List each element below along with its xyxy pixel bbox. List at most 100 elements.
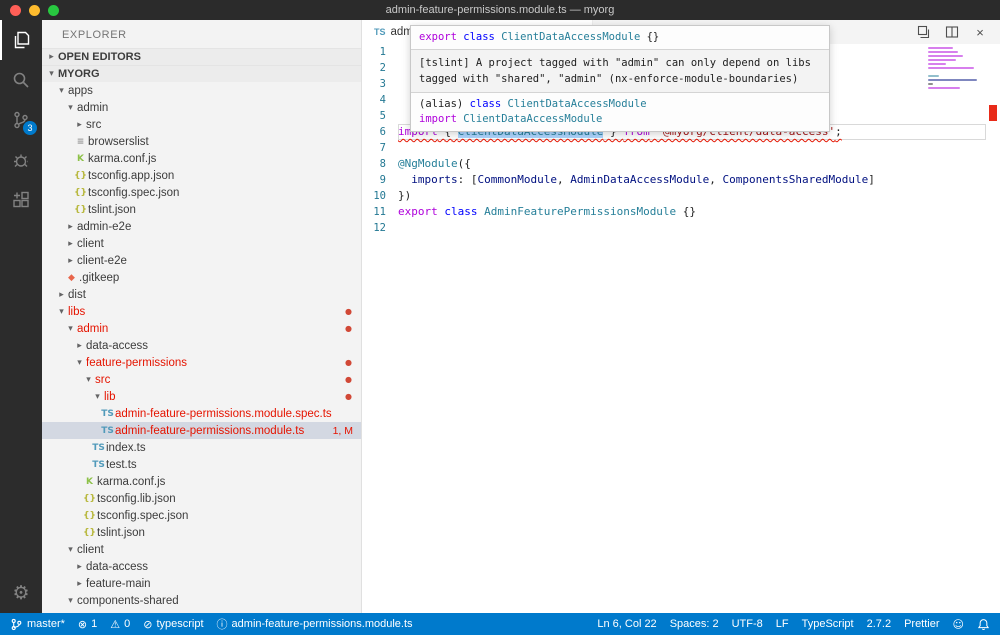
line-number[interactable]: 4: [362, 92, 398, 108]
token: (alias): [419, 98, 470, 110]
status-git-branch[interactable]: master*: [10, 618, 65, 631]
tree-item-test.ts[interactable]: TStest.ts: [42, 456, 361, 473]
chevron-down-icon: ▾: [45, 69, 58, 79]
chevron-down-icon: ▾: [82, 375, 95, 385]
tree-item-admin-e2e[interactable]: ▸admin-e2e: [42, 218, 361, 235]
tree-item-admin-feature-permissions.module.ts[interactable]: TSadmin-feature-permissions.module.ts1, …: [42, 422, 361, 439]
chevron-down-icon: ▾: [55, 307, 68, 317]
code-line-8[interactable]: 8@NgModule({: [362, 156, 1000, 172]
minimap-line: [928, 71, 984, 73]
token: AdminDataAccessModule: [570, 173, 709, 186]
code-line-9[interactable]: 9 imports: [CommonModule, AdminDataAcces…: [362, 172, 1000, 188]
tree-item-admin[interactable]: ▾admin: [42, 99, 361, 116]
settings-gear-icon[interactable]: ⚙: [0, 573, 42, 613]
line-number[interactable]: 9: [362, 172, 398, 188]
status-eol[interactable]: LF: [776, 618, 789, 630]
close-window-button[interactable]: [10, 5, 21, 16]
line-number[interactable]: 10: [362, 188, 398, 204]
tree-item-label: admin: [77, 323, 108, 335]
debug-icon[interactable]: [0, 140, 42, 180]
tree-item-admin[interactable]: ▾admin●: [42, 320, 361, 337]
tree-item-browserslist[interactable]: ≡browserslist: [42, 133, 361, 150]
status-notifications[interactable]: [977, 618, 990, 631]
tree-item-src[interactable]: ▾src●: [42, 371, 361, 388]
line-number[interactable]: 1: [362, 44, 398, 60]
zoom-window-button[interactable]: [48, 5, 59, 16]
minimap-line: [928, 59, 956, 61]
status-active-file-info[interactable]: ⓘadmin-feature-permissions.module.ts: [217, 616, 413, 632]
workspace-root-header[interactable]: ▾ MYORG: [42, 65, 361, 82]
status-typescript-version[interactable]: 2.7.2: [867, 618, 891, 630]
status-label: Prettier: [904, 618, 939, 630]
minimap[interactable]: [928, 47, 984, 93]
error-dot-icon: ●: [345, 358, 361, 367]
tree-item-label: karma.conf.js: [97, 476, 165, 488]
tree-item-.gitkeep[interactable]: ◆.gitkeep: [42, 269, 361, 286]
token: : [: [458, 173, 478, 186]
tree-item-apps[interactable]: ▾apps: [42, 82, 361, 99]
status-cursor-position[interactable]: Ln 6, Col 22: [597, 618, 656, 630]
tree-item-tsconfig.lib.json[interactable]: {}tsconfig.lib.json: [42, 490, 361, 507]
code-line-12[interactable]: 12: [362, 220, 1000, 236]
tree-item-lib[interactable]: ▾lib●: [42, 388, 361, 405]
line-number[interactable]: 2: [362, 60, 398, 76]
open-editors-header[interactable]: ▸ OPEN EDITORS: [42, 48, 361, 65]
source-control-icon[interactable]: 3: [0, 100, 42, 140]
tree-item-tslint.json[interactable]: {}tslint.json: [42, 201, 361, 218]
json-file-icon: {}: [73, 171, 88, 181]
tree-item-client[interactable]: ▸client: [42, 235, 361, 252]
line-number[interactable]: 7: [362, 140, 398, 156]
tree-item-client-e2e[interactable]: ▸client-e2e: [42, 252, 361, 269]
line-number[interactable]: 12: [362, 220, 398, 236]
line-number[interactable]: 6: [362, 124, 398, 140]
status-language-mode[interactable]: TypeScript: [802, 618, 854, 630]
code-line-11[interactable]: 11export class AdminFeaturePermissionsMo…: [362, 204, 1000, 220]
tree-item-karma.conf.js[interactable]: Kkarma.conf.js: [42, 150, 361, 167]
tree-item-label: src: [95, 374, 110, 386]
explorer-icon[interactable]: [0, 20, 42, 60]
tree-item-index.ts[interactable]: TSindex.ts: [42, 439, 361, 456]
close-editor-icon[interactable]: ×: [972, 24, 988, 40]
chevron-down-icon: ▾: [64, 545, 77, 555]
tree-item-feature-main[interactable]: ▸feature-main: [42, 575, 361, 592]
tree-item-tsconfig.app.json[interactable]: {}tsconfig.app.json: [42, 167, 361, 184]
tree-item-components-shared[interactable]: ▾components-shared: [42, 592, 361, 609]
status-typescript-status[interactable]: ⊘typescript: [143, 618, 203, 631]
token: AdminFeaturePermissionsModule: [484, 205, 676, 218]
tree-item-tslint.json[interactable]: {}tslint.json: [42, 524, 361, 541]
status-indentation[interactable]: Spaces: 2: [670, 618, 719, 630]
tree-item-libs[interactable]: ▾libs●: [42, 303, 361, 320]
tree-item-feature-permissions[interactable]: ▾feature-permissions●: [42, 354, 361, 371]
tree-item-dist[interactable]: ▸dist: [42, 286, 361, 303]
tree-item-data-access[interactable]: ▸data-access: [42, 558, 361, 575]
status-problems-errors[interactable]: ⊗1: [78, 618, 97, 631]
tree-item-client[interactable]: ▾client: [42, 541, 361, 558]
status-encoding[interactable]: UTF-8: [732, 618, 763, 630]
tree-item-data-access[interactable]: ▸data-access: [42, 337, 361, 354]
tree-item-karma.conf.js[interactable]: Kkarma.conf.js: [42, 473, 361, 490]
tree-item-tsconfig.spec.json[interactable]: {}tsconfig.spec.json: [42, 184, 361, 201]
sidebar-title: EXPLORER: [42, 20, 361, 48]
chevron-right-icon: ▸: [73, 120, 86, 130]
code-line-7[interactable]: 7: [362, 140, 1000, 156]
line-number[interactable]: 8: [362, 156, 398, 172]
extensions-icon[interactable]: [0, 180, 42, 220]
open-changes-icon[interactable]: [916, 24, 932, 40]
minimize-window-button[interactable]: [29, 5, 40, 16]
status-formatter[interactable]: Prettier: [904, 618, 939, 630]
chevron-right-icon: ▸: [64, 256, 77, 266]
tree-item-src[interactable]: ▸src: [42, 116, 361, 133]
line-number[interactable]: 5: [362, 108, 398, 124]
tree-item-tsconfig.spec.json[interactable]: {}tsconfig.spec.json: [42, 507, 361, 524]
line-number[interactable]: 3: [362, 76, 398, 92]
split-editor-icon[interactable]: [944, 24, 960, 40]
tree-item-admin-feature-permissions.module.spec.ts[interactable]: TSadmin-feature-permissions.module.spec.…: [42, 405, 361, 422]
line-number[interactable]: 11: [362, 204, 398, 220]
status-problems-warnings[interactable]: ⚠0: [110, 618, 130, 631]
status-feedback[interactable]: ☺: [953, 618, 964, 631]
search-icon[interactable]: [0, 60, 42, 100]
code-line-10[interactable]: 10}): [362, 188, 1000, 204]
line-tokens: export class AdminFeaturePermissionsModu…: [398, 205, 696, 218]
token: ClientDataAccessModule: [508, 98, 647, 110]
tree-item-label: src: [86, 119, 101, 131]
